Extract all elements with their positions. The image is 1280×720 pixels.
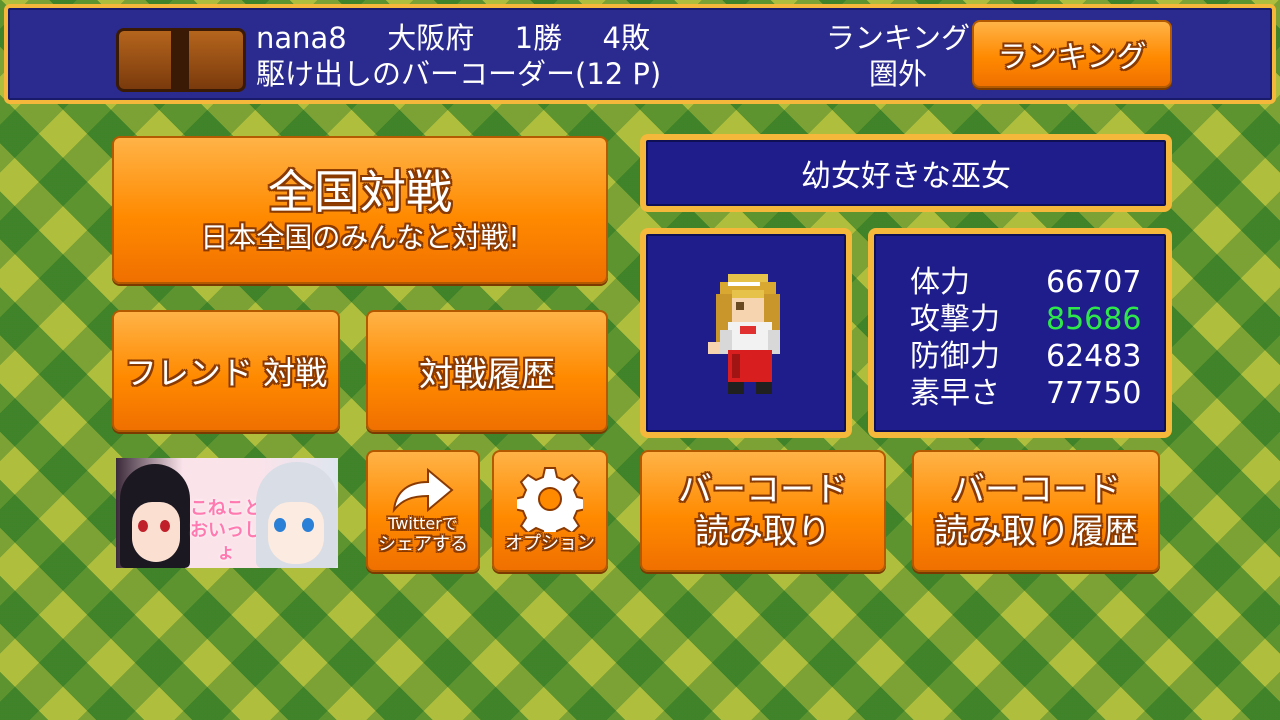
barcode-scan-button[interactable]: バーコード 読み取り: [640, 450, 886, 572]
battle-history-button[interactable]: 対戦履歴: [366, 310, 608, 432]
stat-label: 攻撃力: [910, 302, 1000, 337]
friend-battle-button[interactable]: フレンド 対戦: [112, 310, 340, 432]
battle-history-label: 対戦履歴: [419, 354, 555, 395]
stat-label: 体力: [910, 265, 970, 300]
barcode-history-button[interactable]: バーコード 読み取り履歴: [912, 450, 1160, 572]
share-arrow-icon: [392, 467, 454, 514]
barcode-scan-line1: バーコード: [678, 470, 848, 510]
character-sprite-panel: [640, 228, 852, 438]
national-battle-button[interactable]: 全国対戦 日本全国のみんなと対戦!: [112, 136, 608, 284]
friend-battle-label: フレンド 対戦: [124, 354, 328, 392]
player-losses: 4敗: [602, 21, 650, 55]
twitter-share-button[interactable]: Twitterで シェアする: [366, 450, 480, 572]
player-prefecture: 大阪府: [387, 21, 475, 55]
gear-icon: [517, 467, 583, 532]
national-battle-title: 全国対戦: [268, 165, 452, 219]
character-name: 幼女好きな巫女: [801, 159, 1011, 194]
character-sprite: [708, 274, 780, 394]
book-icon[interactable]: [116, 28, 246, 92]
twitter-share-line2: シェアする: [378, 534, 468, 555]
player-wins: 1勝: [514, 21, 563, 55]
character-name-panel: 幼女好きな巫女: [640, 134, 1172, 212]
player-title: 駆け出しのバーコーダー(12 P): [256, 57, 662, 91]
stat-value: 66707: [1046, 265, 1142, 300]
ranking-button-label: ランキング: [997, 40, 1147, 75]
player-info-line: nana8 大阪府 1勝 4敗: [256, 20, 650, 56]
stat-row-speed: 素早さ 77750: [910, 375, 1166, 412]
barcode-scan-line2: 読み取り: [695, 512, 831, 552]
stat-value: 85686: [1046, 302, 1142, 337]
banner-logo: こねことおいっしょ: [190, 498, 262, 563]
ranking-label: ランキング: [825, 21, 971, 55]
ranking-value: 圏外: [868, 57, 927, 91]
stat-row-hp: 体力 66707: [910, 264, 1166, 301]
player-name: nana8: [256, 21, 347, 55]
barcode-history-line1: バーコード: [951, 470, 1121, 510]
promo-banner[interactable]: こねことおいっしょ: [116, 458, 338, 568]
barcode-history-line2: 読み取り履歴: [934, 512, 1138, 552]
status-header: nana8 大阪府 1勝 4敗 駆け出しのバーコーダー(12 P) ランキング …: [4, 4, 1276, 104]
options-button[interactable]: オプション: [492, 450, 608, 572]
options-label: オプション: [505, 533, 595, 554]
stat-row-defense: 防御力 62483: [910, 338, 1166, 375]
character-stats-panel: 体力 66707 攻撃力 85686 防御力 62483 素早さ 77750: [868, 228, 1172, 438]
stat-label: 防御力: [910, 339, 1000, 374]
national-battle-subtitle: 日本全国のみんなと対戦!: [200, 221, 520, 254]
ranking-button[interactable]: ランキング: [972, 20, 1172, 88]
stat-row-attack: 攻撃力 85686: [910, 301, 1166, 338]
twitter-share-line1: Twitterで: [388, 514, 458, 533]
stat-value: 62483: [1046, 339, 1142, 374]
stat-value: 77750: [1046, 376, 1142, 411]
stat-label: 素早さ: [910, 376, 1000, 411]
